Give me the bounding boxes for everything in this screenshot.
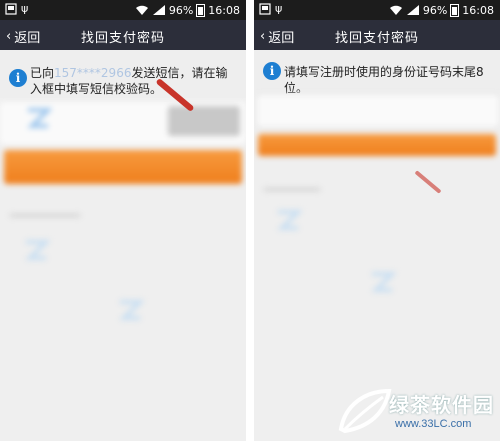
clock: 16:08 — [462, 3, 494, 17]
wifi-icon — [135, 5, 148, 15]
usb-icon: ψ — [21, 2, 29, 15]
faint-logo-mark — [119, 300, 144, 320]
blurred-content — [254, 90, 500, 433]
faint-logo-mark — [25, 240, 50, 260]
info-icon: i — [9, 69, 27, 87]
blurred-content — [0, 98, 246, 441]
get-code-button[interactable] — [168, 106, 240, 136]
battery-percent: 96% — [422, 3, 448, 17]
signal-icon — [152, 5, 165, 15]
usb-icon: ψ — [275, 2, 283, 15]
page-title: 找回支付密码 — [334, 31, 419, 46]
faint-logo-mark — [371, 272, 396, 292]
left-screen: ψ 96% 16:08 ‹ 返回 找回支付密码 i 已向157****2966发… — [0, 0, 246, 441]
battery-icon — [196, 3, 206, 17]
battery-percent: 96% — [168, 3, 194, 17]
signal-icon — [406, 5, 419, 15]
confirm-button[interactable] — [258, 134, 496, 156]
status-bar: ψ 96% 16:08 — [254, 0, 500, 20]
confirm-button[interactable] — [4, 150, 242, 184]
masked-phone: 157****2966 — [54, 66, 132, 80]
battery-icon — [450, 3, 460, 17]
status-right: 96% 16:08 — [389, 3, 494, 17]
right-screen: ψ 96% 16:08 ‹ 返回 找回支付密码 i 请填写注册时使用的身份证号码… — [254, 0, 500, 441]
faint-text — [264, 188, 320, 191]
device-icon — [259, 3, 271, 15]
faint-logo-mark — [27, 108, 52, 128]
id-input[interactable] — [256, 94, 500, 128]
wifi-icon — [389, 5, 402, 15]
faint-text — [10, 214, 80, 217]
nav-bar: ‹ 返回 找回支付密码 — [254, 20, 500, 50]
status-bar: ψ 96% 16:08 — [0, 0, 246, 20]
clock: 16:08 — [208, 3, 240, 17]
status-right: 96% 16:08 — [135, 3, 240, 17]
device-icon — [5, 3, 17, 15]
page-title: 找回支付密码 — [80, 31, 165, 46]
note-text: 已向157****2966发送短信，请在输入框中填写短信校验码。 — [30, 66, 228, 96]
nav-bar: ‹ 返回 找回支付密码 — [0, 20, 246, 50]
info-icon: i — [263, 62, 281, 80]
faint-logo-mark — [277, 210, 302, 230]
